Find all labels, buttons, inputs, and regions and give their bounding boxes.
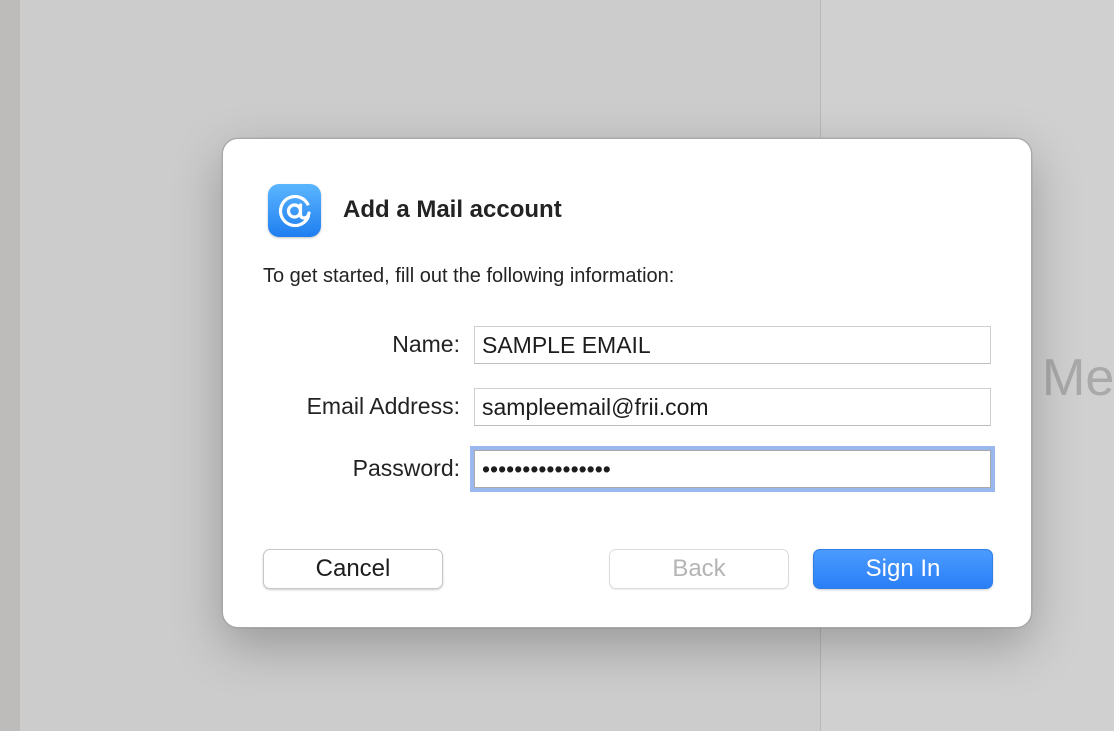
name-label: Name: <box>392 331 460 357</box>
sign-in-button[interactable]: Sign In <box>813 549 993 589</box>
cancel-button[interactable]: Cancel <box>263 549 443 589</box>
add-mail-account-dialog: Add a Mail account To get started, fill … <box>222 138 1032 628</box>
background-placeholder-text: Me <box>1042 349 1114 407</box>
dialog-instructions: To get started, fill out the following i… <box>263 265 675 287</box>
at-sign-icon <box>268 184 321 237</box>
dialog-title: Add a Mail account <box>343 196 562 223</box>
name-field[interactable] <box>474 326 991 364</box>
password-field[interactable] <box>474 450 991 488</box>
email-field[interactable] <box>474 388 991 426</box>
password-label: Password: <box>352 455 460 481</box>
back-button[interactable]: Back <box>609 549 789 589</box>
email-label: Email Address: <box>306 393 460 419</box>
sidebar-edge <box>0 0 20 731</box>
